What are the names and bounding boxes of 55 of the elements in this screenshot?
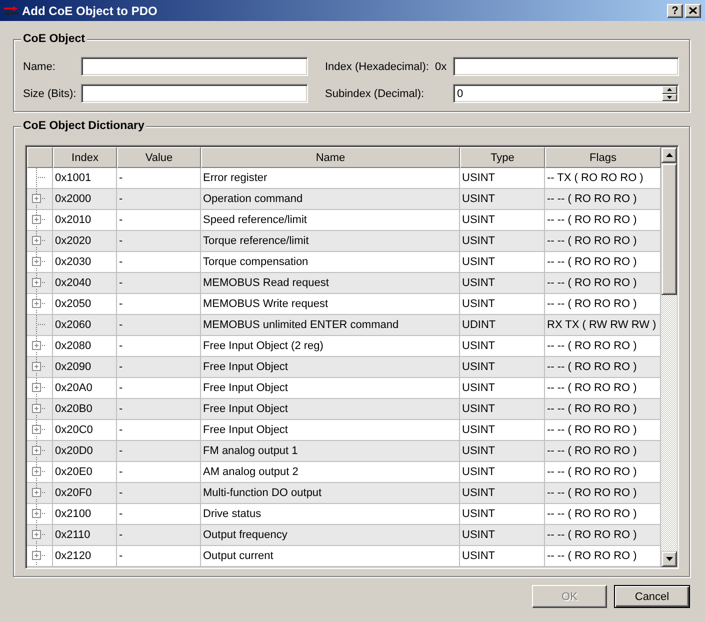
spin-up-button[interactable] (662, 86, 677, 94)
column-header[interactable] (27, 147, 53, 168)
column-header[interactable]: Type (460, 147, 545, 168)
table-row[interactable]: 0x2120 - Output current USINT -- -- ( RO RO RO ) (27, 546, 661, 567)
help-button[interactable]: ? (667, 4, 683, 18)
name-field[interactable] (81, 57, 308, 76)
column-header[interactable]: Index (53, 147, 117, 168)
window-title: Add CoE Object to PDO (22, 4, 158, 18)
size-field[interactable] (81, 84, 308, 103)
table-row[interactable]: 0x2030 - Torque compensation USINT -- -- ( RO RO RO ) (27, 252, 661, 273)
name-cell: Output current (201, 546, 460, 567)
scrollbar-thumb[interactable] (661, 163, 677, 295)
value-cell: - (117, 546, 201, 567)
table-row[interactable]: 0x20C0 - Free Input Object USINT -- -- ( RO RO RO ) (27, 420, 661, 441)
table-row[interactable]: 0x20A0 - Free Input Object USINT -- -- ( RO RO RO ) (27, 378, 661, 399)
close-button[interactable] (685, 4, 701, 18)
table-row[interactable]: 0x2000 - Operation command USINT -- -- ( RO RO RO ) (27, 189, 661, 210)
table-row[interactable]: 0x2090 - Free Input Object USINT -- -- ( RO RO RO ) (27, 357, 661, 378)
up-arrow-icon (666, 153, 672, 157)
scroll-up-button[interactable] (661, 147, 677, 163)
index-field[interactable] (453, 57, 679, 76)
index-cell: 0x2120 (53, 546, 117, 567)
field-label: Index (Hexadecimal): (325, 60, 430, 72)
close-icon (689, 7, 697, 14)
down-arrow-icon (667, 96, 672, 99)
table-row[interactable]: 0x20F0 - Multi-function DO output USINT -- -- ( RO RO RO ) (27, 483, 661, 504)
table-row[interactable]: 0x2080 - Free Input Object (2 reg) USINT -- -- ( RO RO RO ) (27, 336, 661, 357)
ok-button: OK (532, 585, 607, 608)
scroll-down-button[interactable] (661, 551, 677, 567)
subindex-field[interactable]: 0 (453, 84, 679, 103)
table-row[interactable]: 0x20E0 - AM analog output 2 USINT -- -- ( RO RO RO ) (27, 462, 661, 483)
type-cell: USINT (460, 546, 545, 567)
table-row[interactable]: 0x2020 - Torque reference/limit USINT -- -- ( RO RO RO ) (27, 231, 661, 252)
table-row[interactable]: 0x1001 - Error register USINT -- TX ( RO RO RO ) (27, 168, 661, 189)
field-label: Name: (23, 60, 56, 72)
column-header[interactable]: Flags (545, 147, 661, 168)
table-row[interactable]: 0x2110 - Output frequency USINT -- -- ( RO RO RO ) (27, 525, 661, 546)
field-label: Subindex (Decimal): (325, 88, 426, 100)
table-row[interactable]: 0x2100 - Drive status USINT -- -- ( RO RO RO ) (27, 504, 661, 525)
column-header[interactable]: Name (201, 147, 460, 168)
table-row[interactable]: 0x2060 - MEMOBUS unlimited ENTER command UDINT RX TX ( RW RW RW ) (27, 315, 661, 336)
hex-prefix-label: 0x (435, 60, 448, 72)
group-title: CoE Object Dictionary (21, 119, 146, 133)
cancel-button[interactable]: Cancel (614, 585, 690, 608)
table-row[interactable]: 0x2010 - Speed reference/limit USINT -- -- ( RO RO RO ) (27, 210, 661, 231)
table-row[interactable]: 0x2040 - MEMOBUS Read request USINT -- -- ( RO RO RO ) (27, 273, 661, 294)
arrows-icon (4, 6, 18, 16)
up-arrow-icon (667, 88, 672, 92)
table-row[interactable]: 0x2050 - MEMOBUS Write request USINT -- -- ( RO RO RO ) (27, 294, 661, 315)
down-arrow-icon (666, 557, 672, 561)
group-title: CoE Object (21, 32, 87, 46)
column-header[interactable]: Value (117, 147, 201, 168)
field-label: Size (Bits): (23, 88, 78, 100)
table-row[interactable]: 0x20B0 - Free Input Object USINT -- -- ( RO RO RO ) (27, 399, 661, 420)
table-row[interactable]: 0x20D0 - FM analog output 1 USINT -- -- ( RO RO RO ) (27, 441, 661, 462)
